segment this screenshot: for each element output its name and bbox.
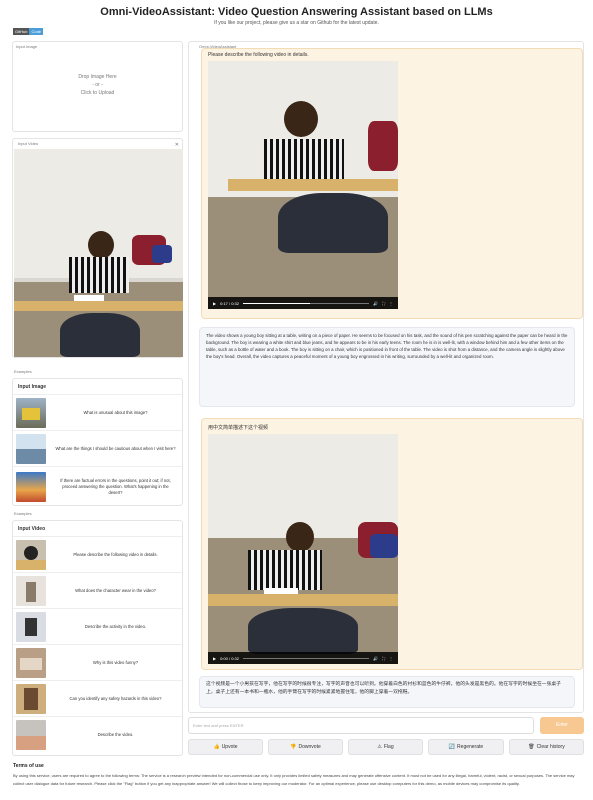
input-image-label: Input Image — [16, 44, 38, 49]
example-thumbnail — [16, 539, 46, 570]
example-thumbnail — [16, 647, 46, 678]
warning-icon: ⚠ — [377, 744, 382, 750]
message-input[interactable]: Enter text and press ENTER — [188, 717, 534, 734]
example-row[interactable]: Why is this video funny? — [13, 644, 182, 680]
input-image-panel[interactable]: Input Image Drop Image Here - or - Click… — [12, 41, 183, 132]
clear-history-button[interactable]: 🗑 Clear history — [509, 739, 584, 755]
clear-history-label: Clear history — [536, 744, 565, 750]
close-icon[interactable]: ✕ — [175, 142, 179, 148]
regenerate-label: Regenerate — [457, 744, 484, 750]
video-examples-panel: Input Video Please describe the followin… — [12, 520, 183, 756]
video-examples-label: Examples — [14, 511, 32, 516]
example-row[interactable]: Describe the video. — [13, 716, 182, 752]
upvote-label: Upvote — [221, 744, 238, 750]
drop-text: Drop Image Here — [78, 74, 117, 80]
example-text: Can you identify any safety hazards in t… — [69, 695, 162, 701]
example-text: Why is this video funny? — [92, 659, 139, 665]
example-text: If there are factual errors in the quest… — [60, 477, 171, 495]
example-text: What are the things I should be cautious… — [55, 445, 176, 451]
example-row[interactable]: What are the things I should be cautious… — [13, 430, 182, 466]
example-thumbnail — [16, 683, 46, 714]
enter-button[interactable]: Enter — [540, 717, 584, 734]
video-time: 0:17 / 0:32 — [220, 300, 239, 306]
volume-icon[interactable]: 🔊 — [373, 656, 378, 661]
example-text: Describe the activity in the video. — [84, 623, 147, 629]
example-thumbnail — [16, 397, 46, 428]
more-icon[interactable]: ⋮ — [389, 656, 393, 661]
image-dropzone[interactable]: Drop Image Here - or - Click to Upload — [13, 73, 182, 97]
thumbs-up-icon: 👍 — [213, 744, 220, 750]
badge-label: GitHub — [13, 28, 30, 35]
message-video[interactable]: ▶ 0:17 / 0:32 🔊 ⛶ ⋮ — [208, 61, 398, 309]
upvote-button[interactable]: 👍 Upvote — [188, 739, 263, 755]
downvote-label: Downvote — [298, 744, 321, 750]
input-video-panel[interactable]: Input Video ✕ — [12, 138, 183, 358]
example-thumbnail — [16, 471, 46, 502]
example-row[interactable]: What is unusual about this image? — [13, 394, 182, 430]
example-row[interactable]: What does the character wear in the vide… — [13, 572, 182, 608]
thumbs-down-icon: 👎 — [290, 744, 297, 750]
github-badge[interactable]: GitHub Code — [13, 28, 44, 35]
more-icon[interactable]: ⋮ — [389, 301, 393, 306]
example-text: What does the character wear in the vide… — [75, 587, 156, 593]
video-progress[interactable] — [242, 657, 370, 659]
play-icon[interactable]: ▶ — [213, 301, 216, 306]
trash-icon: 🗑 — [528, 744, 535, 750]
flag-button[interactable]: ⚠ Flag — [348, 739, 423, 755]
downvote-button[interactable]: 👎 Downvote — [268, 739, 343, 755]
bot-message: 这个视频是一个小男孩在写字，他在写字的时候很专注，写字的声音也可以听到。他穿着白… — [199, 676, 575, 708]
refresh-icon: 🔄 — [448, 744, 456, 750]
example-row[interactable]: Can you identify any safety hazards in t… — [13, 680, 182, 716]
example-text: Describe the video. — [97, 731, 134, 737]
video-controls[interactable]: ▶ 0:17 / 0:32 🔊 ⛶ ⋮ — [208, 297, 398, 309]
example-text: Please describe the following video in d… — [73, 551, 158, 557]
fullscreen-icon[interactable]: ⛶ — [382, 656, 385, 661]
example-text: What is unusual about this image? — [83, 409, 148, 415]
volume-icon[interactable]: 🔊 — [373, 301, 378, 306]
upload-text: Click to Upload — [80, 90, 115, 96]
video-examples-header: Input Video — [18, 526, 46, 532]
drop-or: - or - — [92, 82, 103, 88]
example-row[interactable]: Describe the activity in the video. — [13, 608, 182, 644]
example-thumbnail — [16, 719, 46, 750]
play-icon[interactable]: ▶ — [213, 656, 216, 661]
fullscreen-icon[interactable]: ⛶ — [382, 301, 385, 306]
bot-message: The video shows a young boy sitting at a… — [199, 327, 575, 407]
image-examples-label: Examples — [14, 369, 32, 374]
image-examples-header: Input Image — [18, 384, 47, 390]
video-thumbnail — [14, 149, 183, 357]
user-message: 用中文简单描述下这个视频 ▶ 0:00 / 0:32 🔊 ⛶ ⋮ — [201, 418, 583, 670]
chatbot-panel: Omni-VideoAssistant Please describe the … — [188, 41, 584, 713]
example-row[interactable]: Please describe the following video in d… — [13, 536, 182, 572]
video-time: 0:00 / 0:32 — [220, 655, 239, 661]
user-message: Please describe the following video in d… — [201, 48, 583, 319]
image-examples-panel: Input Image What is unusual about this i… — [12, 378, 183, 506]
example-thumbnail — [16, 611, 46, 642]
user-message-text: 用中文简单描述下这个视频 — [208, 425, 269, 431]
terms-title: Terms of use — [13, 763, 44, 769]
video-controls[interactable]: ▶ 0:00 / 0:32 🔊 ⛶ ⋮ — [208, 652, 398, 664]
input-video-label: Input Video — [16, 141, 41, 146]
user-message-text: Please describe the following video in d… — [208, 52, 309, 58]
regenerate-button[interactable]: 🔄 Regenerate — [428, 739, 504, 755]
page-title: Omni-VideoAssistant: Video Question Answ… — [100, 6, 493, 18]
badge-value: Code — [29, 28, 44, 35]
flag-label: Flag — [383, 744, 394, 750]
terms-text: By using this service, users are require… — [13, 773, 575, 786]
example-thumbnail — [16, 575, 46, 606]
page-subtitle: If you like our project, please give us … — [214, 20, 379, 26]
example-thumbnail — [16, 433, 46, 464]
message-video[interactable]: ▶ 0:00 / 0:32 🔊 ⛶ ⋮ — [208, 434, 398, 664]
example-row[interactable]: If there are factual errors in the quest… — [13, 466, 182, 506]
video-progress[interactable] — [242, 302, 370, 304]
